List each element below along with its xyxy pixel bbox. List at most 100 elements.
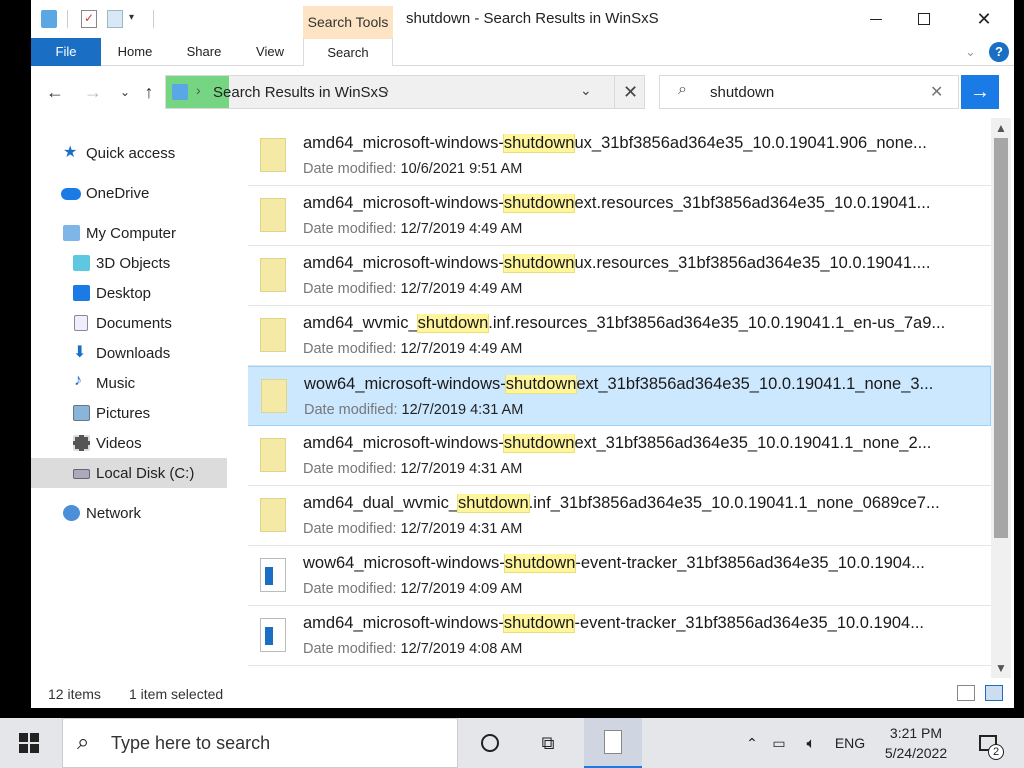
computer-icon <box>63 225 80 241</box>
folder-icon <box>260 318 286 352</box>
sidebar-item-3d-objects[interactable]: 3D Objects <box>31 248 227 278</box>
clear-search-button[interactable]: ✕ <box>930 82 943 102</box>
sidebar-item-documents[interactable]: Documents <box>31 308 227 338</box>
address-history-dropdown[interactable]: ⌄ <box>580 82 592 99</box>
customize-qa-icon[interactable]: ▾ <box>129 12 134 23</box>
list-item[interactable]: amd64_wvmic_shutdown.inf.resources_31bf3… <box>248 306 991 366</box>
chevron-right-icon[interactable]: › <box>384 82 389 99</box>
navigation-pane: ★ Quick access OneDrive My Computer 3D O… <box>31 130 227 675</box>
expand-ribbon-icon[interactable]: ⌄ <box>965 44 976 60</box>
window-title: shutdown - Search Results in WinSxS <box>406 10 659 27</box>
explorer-app-icon <box>41 10 57 28</box>
stop-search-button[interactable]: ✕ <box>614 76 646 108</box>
network-icon <box>63 505 80 521</box>
network-tray-icon[interactable]: ▭ <box>768 718 790 768</box>
forward-button[interactable]: → <box>81 80 105 104</box>
navigation-bar: ← → ⌄ ↑ › Search Results in WinSxS › ⌄ ✕… <box>31 66 1014 118</box>
help-icon[interactable]: ? <box>989 42 1009 62</box>
start-button[interactable] <box>0 718 58 768</box>
chevron-up-icon[interactable]: ⌃ <box>742 718 762 768</box>
close-button[interactable]: ✕ <box>961 0 1007 38</box>
scroll-up-arrow[interactable]: ▲ <box>991 118 1011 138</box>
properties-icon[interactable]: ✓ <box>81 10 97 28</box>
volume-icon[interactable]: 🔈︎ <box>798 718 824 768</box>
large-icons-view-icon[interactable] <box>985 685 1003 701</box>
videos-icon <box>73 435 90 451</box>
search-highlight: shutdown <box>502 194 576 213</box>
taskbar-search-box[interactable]: ⌕ Type here to search <box>62 718 458 768</box>
vertical-scrollbar[interactable]: ▲ ▼ <box>991 118 1011 678</box>
item-name: wow64_microsoft-windows-shutdown-event-t… <box>303 554 925 573</box>
search-input[interactable]: shutdown <box>710 84 774 101</box>
search-go-button[interactable]: → <box>961 75 999 109</box>
search-highlight: shutdown <box>504 375 578 394</box>
scroll-down-arrow[interactable]: ▼ <box>991 658 1011 678</box>
item-name: amd64_wvmic_shutdown.inf.resources_31bf3… <box>303 314 946 333</box>
pictures-icon <box>73 405 90 421</box>
recent-locations-button[interactable]: ⌄ <box>113 80 137 104</box>
file-icon <box>260 558 286 592</box>
list-item[interactable]: amd64_microsoft-windows-shutdown-event-t… <box>248 606 991 666</box>
search-icon: ⌕ <box>678 81 687 98</box>
list-item[interactable]: amd64_microsoft-windows-shutdownux_31bf3… <box>248 126 991 186</box>
item-name: amd64_microsoft-windows-shutdownext_31bf… <box>303 434 932 453</box>
search-tools-context-label: Search Tools <box>303 6 393 38</box>
item-name: wow64_microsoft-windows-shutdownext_31bf… <box>304 375 934 394</box>
sidebar-item-music[interactable]: ♪ Music <box>31 368 227 398</box>
tab-home[interactable]: Home <box>109 38 161 66</box>
action-center-icon[interactable]: 2 <box>968 718 1008 768</box>
item-date: Date modified: 10/6/2021 9:51 AM <box>303 161 523 177</box>
ribbon-tabs: File Home Share View Search ⌄ ? <box>31 38 1014 66</box>
maximize-button[interactable] <box>901 0 947 38</box>
list-item-selected[interactable]: wow64_microsoft-windows-shutdownext_31bf… <box>248 366 991 426</box>
list-item[interactable]: amd64_microsoft-windows-shutdownext_31bf… <box>248 426 991 486</box>
cortana-icon[interactable] <box>468 718 512 768</box>
sidebar-item-desktop[interactable]: Desktop <box>31 278 227 308</box>
sidebar-item-quick-access[interactable]: ★ Quick access <box>31 138 227 168</box>
folder-icon <box>261 379 287 413</box>
new-folder-icon[interactable] <box>107 10 123 28</box>
search-results-list: amd64_microsoft-windows-shutdownux_31bf3… <box>248 126 991 676</box>
scroll-thumb[interactable] <box>994 138 1008 538</box>
sidebar-item-videos[interactable]: Videos <box>31 428 227 458</box>
sidebar-item-downloads[interactable]: ⬇ Downloads <box>31 338 227 368</box>
sidebar-item-my-computer[interactable]: My Computer <box>31 218 227 248</box>
address-bar[interactable]: › Search Results in WinSxS › ⌄ ✕ <box>165 75 645 109</box>
clock-time: 3:21 PM <box>889 725 943 741</box>
music-icon: ♪ <box>74 372 82 389</box>
explorer-window: ✓ ▾ Search Tools shutdown - Search Resul… <box>31 0 1014 708</box>
list-item[interactable]: amd64_microsoft-windows-shutdownext.reso… <box>248 186 991 246</box>
back-button[interactable]: ← <box>43 80 67 104</box>
details-view-icon[interactable] <box>957 685 975 701</box>
divider <box>153 10 154 28</box>
task-view-icon[interactable]: ⧉ <box>526 718 570 768</box>
item-name: amd64_microsoft-windows-shutdownux_31bf3… <box>303 134 927 153</box>
item-date: Date modified: 12/7/2019 4:49 AM <box>303 281 523 297</box>
title-bar: ✓ ▾ Search Tools shutdown - Search Resul… <box>31 0 1014 38</box>
sidebar-item-onedrive[interactable]: OneDrive <box>31 178 227 208</box>
sidebar-item-network[interactable]: Network <box>31 498 227 528</box>
documents-icon <box>74 315 88 331</box>
clock[interactable]: 3:21 PM 5/24/2022 <box>876 723 956 763</box>
search-box[interactable]: ⌕ shutdown ✕ <box>659 75 959 109</box>
list-item[interactable]: wow64_microsoft-windows-shutdown-event-t… <box>248 546 991 606</box>
sidebar-item-local-disk[interactable]: Local Disk (C:) <box>31 458 227 488</box>
tab-view[interactable]: View <box>249 38 291 66</box>
chevron-right-icon[interactable]: › <box>196 82 201 98</box>
download-icon: ⬇ <box>73 344 87 361</box>
tab-file[interactable]: File <box>31 38 101 66</box>
taskbar: ⌕ Type here to search ⧉ ⌃ ▭ 🔈︎ ENG 3:21 … <box>0 718 1024 768</box>
tab-search[interactable]: Search <box>303 38 393 66</box>
minimize-button[interactable] <box>853 0 899 38</box>
file-explorer-taskbar-icon[interactable] <box>584 718 642 768</box>
up-button[interactable]: ↑ <box>137 80 161 104</box>
sidebar-item-pictures[interactable]: Pictures <box>31 398 227 428</box>
folder-icon <box>260 438 286 472</box>
list-item[interactable]: amd64_dual_wvmic_shutdown.inf_31bf3856ad… <box>248 486 991 546</box>
search-highlight: shutdown <box>457 494 530 513</box>
list-item[interactable]: amd64_microsoft-windows-shutdownux.resou… <box>248 246 991 306</box>
tab-share[interactable]: Share <box>179 38 229 66</box>
language-indicator[interactable]: ENG <box>832 718 868 768</box>
list-item-partial[interactable] <box>248 666 991 676</box>
taskbar-search-placeholder: Type here to search <box>111 733 271 753</box>
